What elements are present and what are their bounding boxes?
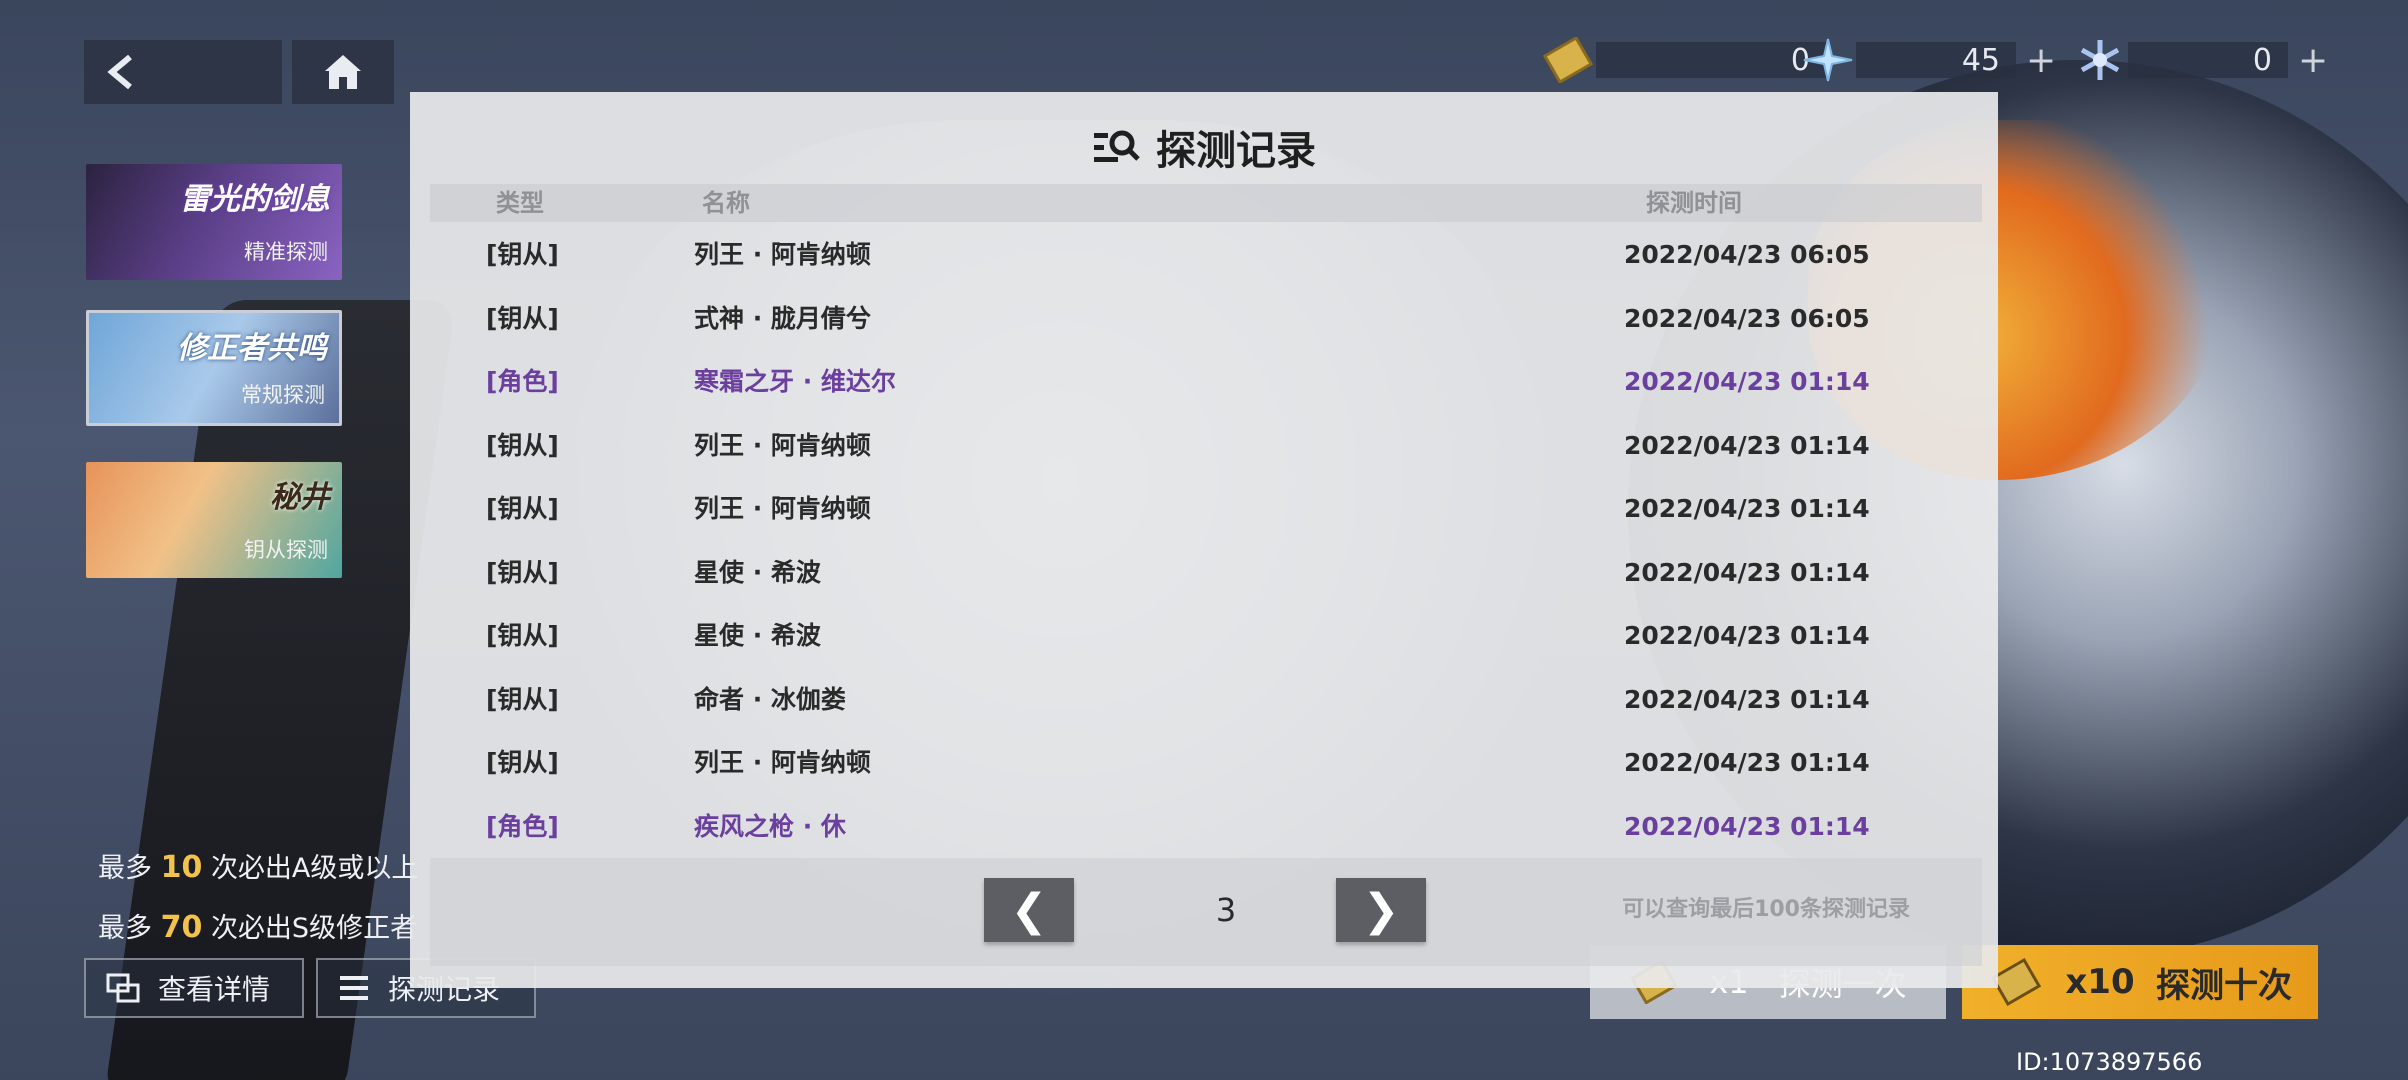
currency-snowflake-crystal: 0 + xyxy=(2072,40,2328,81)
row-type: [钥从] xyxy=(486,557,559,587)
table-header: 类型 名称 探测时间 xyxy=(430,184,1982,222)
column-name: 名称 xyxy=(702,189,750,217)
records-limit-note: 可以查询最后100条探测记录 xyxy=(1622,897,1910,922)
row-name: 星使 · 希波 xyxy=(694,557,821,587)
current-page: 3 xyxy=(1215,891,1237,929)
search-list-icon xyxy=(1094,130,1140,162)
row-time: 2022/04/23 01:14 xyxy=(1624,748,1870,777)
banner-subtitle: 钥从探测 xyxy=(244,538,328,562)
pagination: ❮ 3 ❯ 可以查询最后100条探测记录 xyxy=(430,858,1982,966)
table-row: [角色] 寒霜之牙 · 维达尔 2022/04/23 01:14 xyxy=(410,350,1998,413)
home-button[interactable] xyxy=(292,40,394,104)
home-icon xyxy=(325,55,361,89)
row-name: 列王 · 阿肯纳顿 xyxy=(694,748,871,777)
table-row: [钥从] 式神 · 胧月倩兮 2022/04/23 06:05 xyxy=(410,287,1998,350)
back-arrow-icon xyxy=(107,55,132,89)
row-name: 列王 · 阿肯纳顿 xyxy=(694,494,871,523)
banner-title: 修正者共鸣 xyxy=(177,331,327,366)
banner-title: 秘井 xyxy=(270,480,330,515)
detection-records-dialog: 探测记录 类型 名称 探测时间 [钥从] 列王 · 阿肯纳顿 2022/04/23 … xyxy=(410,92,1998,988)
banner-subtitle: 常规探测 xyxy=(241,383,325,407)
banner-subtitle: 精准探测 xyxy=(244,240,328,264)
table-row: [钥从] 列王 · 阿肯纳顿 2022/04/23 06:05 xyxy=(410,223,1998,286)
banner-thunder-sword[interactable]: 雷光的剑息 精准探测 xyxy=(86,164,342,280)
row-type: [钥从] xyxy=(486,303,559,333)
pull-ten-count: x10 xyxy=(2065,962,2135,1002)
pull-ten-button[interactable]: x10 探测十次 xyxy=(1962,945,2318,1019)
snowflake-crystal-icon xyxy=(2080,40,2120,80)
row-time: 2022/04/23 01:14 xyxy=(1624,430,1870,460)
view-details-button[interactable]: 查看详情 xyxy=(84,958,304,1018)
row-time: 2022/04/23 06:05 xyxy=(1624,303,1870,333)
guarantee-s-rank: 最多 70 次必出S级修正者 xyxy=(98,910,418,945)
row-time: 2022/04/23 01:14 xyxy=(1624,494,1870,523)
row-name: 疾风之枪 · 休 xyxy=(694,811,846,841)
gold-ticket-icon xyxy=(1542,37,1594,83)
row-type: [钥从] xyxy=(486,684,559,714)
table-row: [钥从] 列王 · 阿肯纳顿 2022/04/23 01:14 xyxy=(410,731,1998,794)
row-name: 命者 · 冰伽娄 xyxy=(694,684,846,714)
banner-corrector-resonance[interactable]: 修正者共鸣 常规探测 xyxy=(86,310,342,426)
row-name: 星使 · 希波 xyxy=(694,621,821,650)
row-type: [钥从] xyxy=(486,494,559,523)
view-details-label: 查看详情 xyxy=(158,973,271,1006)
row-type: [钥从] xyxy=(486,430,559,460)
row-type: [钥从] xyxy=(486,240,559,269)
row-name: 列王 · 阿肯纳顿 xyxy=(694,430,871,460)
gold-ticket-count: 0 xyxy=(1596,42,1826,78)
row-time: 2022/04/23 01:14 xyxy=(1624,367,1870,396)
currency-gold-ticket: 0 xyxy=(1540,37,1826,83)
table-row: [钥从] 命者 · 冰伽娄 2022/04/23 01:14 xyxy=(410,668,1998,731)
pull-ten-label: 探测十次 xyxy=(2156,965,2292,1006)
column-time: 探测时间 xyxy=(1646,189,1742,217)
list-icon xyxy=(340,976,368,1000)
banner-secret-well[interactable]: 秘井 钥从探测 xyxy=(86,462,342,578)
table-row: [角色] 疾风之枪 · 休 2022/04/23 01:14 xyxy=(410,795,1998,858)
snowflake-crystal-count: 0 xyxy=(2128,42,2288,78)
next-page-button[interactable]: ❯ xyxy=(1336,878,1426,942)
chevron-right-icon: ❯ xyxy=(1362,884,1400,936)
row-name: 列王 · 阿肯纳顿 xyxy=(694,240,871,269)
crystal-star-count: 45 xyxy=(1856,42,2016,78)
banner-title: 雷光的剑息 xyxy=(180,182,330,217)
row-name: 式神 · 胧月倩兮 xyxy=(694,303,871,333)
chevron-left-icon: ❮ xyxy=(1010,884,1048,936)
row-name: 寒霜之牙 · 维达尔 xyxy=(694,367,896,396)
row-time: 2022/04/23 06:05 xyxy=(1624,240,1870,269)
row-time: 2022/04/23 01:14 xyxy=(1624,811,1870,841)
table-row: [钥从] 星使 · 希波 2022/04/23 01:14 xyxy=(410,541,1998,604)
details-icon xyxy=(106,973,140,1003)
crystal-star-icon xyxy=(1803,38,1853,82)
table-row: [钥从] 列王 · 阿肯纳顿 2022/04/23 01:14 xyxy=(410,414,1998,477)
row-type: [角色] xyxy=(486,367,559,396)
row-type: [角色] xyxy=(486,811,559,841)
prev-page-button[interactable]: ❮ xyxy=(984,878,1074,942)
dialog-title-text: 探测记录 xyxy=(1156,128,1316,174)
user-id: ID:1073897566 xyxy=(2016,1048,2203,1076)
guarantee-a-rank: 最多 10 次必出A级或以上 xyxy=(98,850,419,885)
row-type: [钥从] xyxy=(486,621,559,650)
dialog-title: 探测记录 xyxy=(410,118,1998,176)
row-time: 2022/04/23 01:14 xyxy=(1624,684,1870,714)
add-snowflake-crystal-button[interactable]: + xyxy=(2298,40,2328,81)
currency-crystal-star: 45 + xyxy=(1800,38,2056,82)
row-type: [钥从] xyxy=(486,748,559,777)
row-time: 2022/04/23 01:14 xyxy=(1624,557,1870,587)
column-type: 类型 xyxy=(496,189,544,217)
add-crystal-star-button[interactable]: + xyxy=(2026,40,2056,81)
table-row: [钥从] 列王 · 阿肯纳顿 2022/04/23 01:14 xyxy=(410,477,1998,540)
back-button[interactable] xyxy=(84,40,282,104)
table-row: [钥从] 星使 · 希波 2022/04/23 01:14 xyxy=(410,604,1998,667)
row-time: 2022/04/23 01:14 xyxy=(1624,621,1870,650)
